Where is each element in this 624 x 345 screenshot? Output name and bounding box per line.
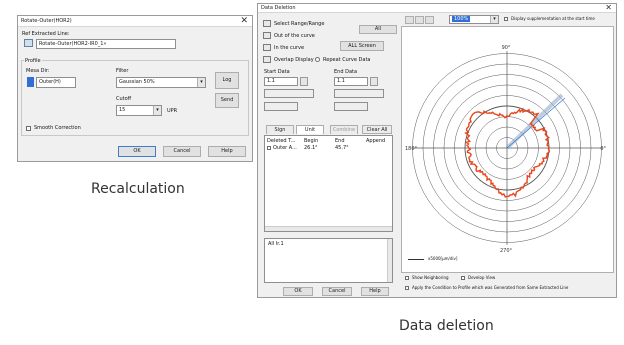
- column-header: End: [335, 138, 345, 144]
- send-button[interactable]: Send: [215, 93, 239, 108]
- chevron-down-icon: ▾: [490, 16, 498, 23]
- close-icon[interactable]: ✕: [605, 4, 612, 12]
- chevron-down-icon: ▾: [153, 106, 161, 115]
- start-data-label: Start Data: [264, 69, 290, 75]
- title-bar: Data Deletion ✕: [258, 4, 616, 13]
- data-deletion-caption: Data deletion: [399, 318, 494, 334]
- out-of-curve-icon[interactable]: [263, 32, 271, 39]
- zoom-value: 100%: [452, 16, 471, 22]
- tool-label: Select Range/Range: [274, 21, 325, 27]
- polar-label-top: 90°: [502, 45, 511, 51]
- data-deletion-dialog: Data Deletion ✕ Select Range/Range All O…: [257, 3, 617, 298]
- ok-button[interactable]: OK: [118, 146, 156, 157]
- tool-label: Out of the curve: [274, 33, 315, 39]
- angle-start-field[interactable]: [264, 89, 314, 98]
- select-range-icon[interactable]: [263, 20, 271, 27]
- table-cell: 45.7°: [335, 145, 349, 151]
- mesa-selector-icon[interactable]: [27, 77, 34, 87]
- dialog-title: Rotate-Outer(HOR2): [21, 18, 72, 24]
- column-header: Append: [366, 138, 386, 144]
- mesa-label: Mesa Dir:: [26, 68, 50, 74]
- repeat-curve-radio[interactable]: [315, 57, 320, 62]
- range-start-field[interactable]: [264, 102, 298, 111]
- polar-chart[interactable]: 90° 0° 180° 270°: [402, 27, 613, 272]
- range-end-field[interactable]: [334, 102, 368, 111]
- scrollbar[interactable]: [387, 239, 392, 282]
- cancel-button[interactable]: Cancel: [163, 146, 201, 157]
- display-supplementation-checkbox[interactable]: [504, 17, 508, 21]
- cutoff-combo[interactable]: 15 ▾: [116, 105, 162, 116]
- filter-label: Filter: [116, 68, 129, 74]
- help-button[interactable]: Help: [208, 146, 246, 157]
- recalculation-caption: Recalculation: [91, 181, 185, 197]
- title-bar: Rotate-Outer(HOR2) ✕: [18, 16, 252, 27]
- deletion-range-edge: [506, 97, 566, 149]
- tool-label: In the curve: [274, 45, 305, 51]
- polar-graph-area[interactable]: 90° 0° 180° 270° x5000[μm/div]: [401, 26, 614, 273]
- zoom-combo[interactable]: 100% ▾: [449, 15, 499, 24]
- apply-condition-label: Apply the Condition to Profile which was…: [412, 285, 569, 290]
- zoom-out-icon[interactable]: [415, 16, 424, 24]
- help-button[interactable]: Help: [361, 287, 389, 296]
- list-item[interactable]: All Ir.1: [268, 241, 284, 247]
- zoom-in-icon[interactable]: [405, 16, 414, 24]
- scale-label: x5000[μm/div]: [428, 256, 458, 261]
- start-data-field[interactable]: 1.1: [264, 77, 298, 86]
- profile-group-label: Profile: [24, 58, 42, 64]
- cancel-button[interactable]: Cancel: [322, 287, 352, 296]
- cutoff-unit: UPR: [167, 108, 178, 114]
- display-supplementation-label: Display supplementation at the start tim…: [511, 16, 595, 21]
- tab-sign[interactable]: Sign: [266, 125, 294, 134]
- row-checkbox[interactable]: [267, 146, 271, 150]
- table-cell: Outer A...: [273, 145, 297, 151]
- polar-label-bottom: 270°: [500, 248, 513, 254]
- deletion-range-marker: [505, 93, 564, 150]
- smooth-correction-checkbox[interactable]: [26, 126, 31, 131]
- deleted-data-table[interactable]: Deleted T... Begin End Append Outer A...…: [264, 135, 393, 232]
- table-cell: 26.1°: [304, 145, 318, 151]
- scrollbar[interactable]: [265, 226, 392, 231]
- spin-icon[interactable]: [300, 77, 308, 86]
- spin-icon[interactable]: [370, 77, 378, 86]
- tab-unit[interactable]: Unit: [296, 125, 324, 134]
- chevron-down-icon: ▾: [197, 78, 205, 87]
- cutoff-combo-value: 15: [119, 107, 126, 113]
- extracted-line-label: Ref Extracted Line:: [22, 31, 70, 37]
- show-neighboring-label: Show Neighboring: [412, 275, 449, 280]
- tool-label: Overlap Display: [274, 57, 314, 63]
- mesa-field[interactable]: Outer(H): [36, 77, 76, 88]
- tab-combine[interactable]: Combine: [330, 125, 358, 134]
- close-icon[interactable]: ✕: [240, 16, 248, 26]
- scale-bar-icon: [408, 259, 424, 260]
- end-data-label: End Data: [334, 69, 358, 75]
- all-screen-button[interactable]: ALL Screen: [340, 41, 384, 51]
- cutoff-label: Cutoff: [116, 96, 132, 102]
- show-neighboring-checkbox[interactable]: [405, 276, 409, 280]
- column-header: Deleted T...: [267, 138, 296, 144]
- profile-list[interactable]: All Ir.1: [264, 238, 393, 283]
- develop-view-checkbox[interactable]: [461, 276, 465, 280]
- filter-combo-value: Gaussian 50%: [119, 79, 155, 85]
- repeat-curve-label: Repeat Curve Data: [323, 57, 371, 63]
- end-data-field[interactable]: 1.1: [334, 77, 368, 86]
- extracted-line-field[interactable]: Rotate-Outer(HOR2-IR0_1»: [36, 39, 176, 49]
- extracted-line-icon: [24, 39, 33, 47]
- polar-label-right: 0°: [600, 146, 606, 152]
- dialog-title: Data Deletion: [261, 5, 296, 11]
- filter-combo[interactable]: Gaussian 50% ▾: [116, 77, 206, 88]
- ok-button[interactable]: OK: [283, 287, 313, 296]
- angle-end-field[interactable]: [334, 89, 384, 98]
- recalculation-dialog: Rotate-Outer(HOR2) ✕ Ref Extracted Line:…: [17, 15, 253, 162]
- fit-icon[interactable]: [425, 16, 434, 24]
- apply-condition-checkbox[interactable]: [405, 286, 409, 290]
- smooth-correction-label: Smooth Correction: [34, 125, 81, 131]
- log-button[interactable]: Log: [215, 72, 239, 89]
- apply-all-button[interactable]: All: [359, 25, 397, 34]
- overlap-display-icon[interactable]: [263, 56, 271, 63]
- tab-clear-all[interactable]: Clear All: [362, 125, 392, 134]
- polar-label-left: 180°: [405, 146, 418, 152]
- column-header: Begin: [304, 138, 319, 144]
- in-curve-icon[interactable]: [263, 44, 271, 51]
- develop-view-label: Develop View: [468, 275, 496, 280]
